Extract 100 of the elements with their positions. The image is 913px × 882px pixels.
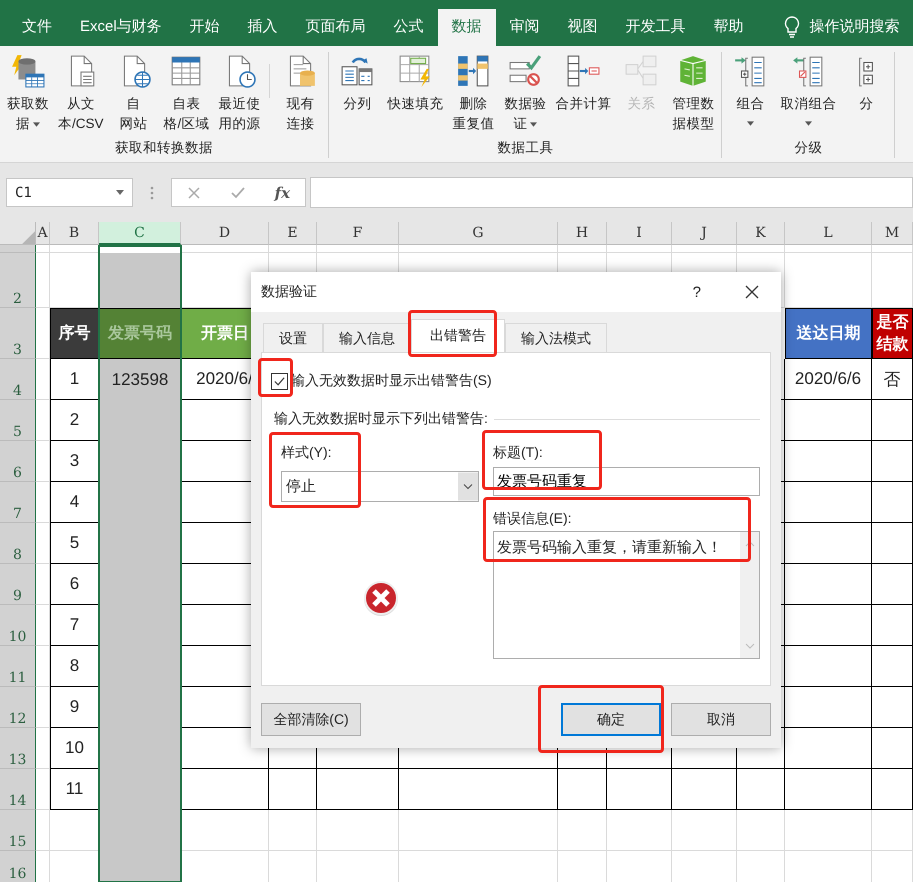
table-cell: 10 bbox=[50, 728, 99, 769]
ribbon-tab[interactable]: 开始 bbox=[176, 9, 234, 46]
row-header[interactable]: 2 bbox=[0, 253, 36, 308]
style-dropdown[interactable]: 停止 bbox=[281, 471, 479, 502]
table-cell: 7 bbox=[50, 605, 99, 646]
group-label: 获取和转换数据 bbox=[114, 139, 214, 157]
ribbon-button[interactable]: 快速填充 bbox=[383, 52, 448, 138]
dialog-button[interactable]: 确定 bbox=[561, 703, 661, 736]
column-header[interactable]: I bbox=[607, 222, 672, 245]
header-cell: 送达日期 bbox=[785, 308, 872, 359]
ribbon-tab[interactable]: 文件 bbox=[8, 9, 66, 46]
close-icon[interactable] bbox=[745, 285, 759, 299]
ribbon-button[interactable]: 获取数 据 bbox=[2, 52, 54, 138]
field-label: 样式(Y): bbox=[281, 444, 332, 462]
dialog-button[interactable]: 取消 bbox=[671, 703, 771, 736]
ribbon-tab[interactable]: 公式 bbox=[380, 9, 438, 46]
table-cell: 5 bbox=[50, 523, 99, 564]
dialog-tab[interactable]: 输入信息 bbox=[323, 323, 411, 352]
cancel-icon[interactable] bbox=[186, 186, 201, 200]
table-cell: 9 bbox=[50, 687, 99, 728]
column-header[interactable]: K bbox=[737, 222, 785, 245]
ribbon-tab[interactable]: Excel与财务 bbox=[66, 9, 176, 46]
ribbon-button[interactable]: 自 网站 bbox=[108, 52, 160, 138]
ribbon-button[interactable]: 分 bbox=[840, 52, 892, 138]
checkmark-list-icon bbox=[508, 54, 542, 88]
insert-function-button[interactable]: fx bbox=[274, 184, 290, 202]
row-header[interactable]: 4 bbox=[0, 359, 36, 400]
formula-input[interactable] bbox=[310, 177, 913, 208]
row-header[interactable]: 15 bbox=[0, 810, 36, 851]
message-field[interactable]: 发票号码输入重复，请重新输入！ bbox=[493, 531, 760, 659]
ribbon-button[interactable]: 合并计算 bbox=[551, 52, 616, 138]
linked-tables-icon bbox=[624, 54, 658, 88]
column-header[interactable]: M bbox=[872, 222, 913, 245]
error-icon bbox=[361, 578, 401, 618]
row-header[interactable]: 13 bbox=[0, 728, 36, 769]
ribbon-tab[interactable]: 视图 bbox=[554, 9, 612, 46]
checkbox[interactable] bbox=[271, 372, 288, 390]
dialog-tab[interactable]: 出错警告 bbox=[411, 319, 505, 352]
ribbon-tab[interactable]: 帮助 bbox=[700, 9, 758, 46]
table-cell bbox=[872, 564, 913, 605]
table-cell: 11 bbox=[50, 769, 99, 810]
row-header[interactable]: 10 bbox=[0, 605, 36, 646]
ribbon-button[interactable]: 最近使 用的源 bbox=[213, 52, 266, 138]
column-header[interactable]: B bbox=[50, 222, 99, 245]
ribbon-button[interactable]: 自表 格/区域 bbox=[160, 52, 214, 138]
row-header[interactable]: 11 bbox=[0, 646, 36, 687]
ribbon-tab[interactable]: 开发工具 bbox=[612, 9, 700, 46]
ribbon-tab[interactable]: 审阅 bbox=[496, 9, 554, 46]
columns-arrow-icon bbox=[456, 54, 490, 88]
name-box[interactable]: C1 bbox=[6, 178, 133, 207]
sheet-cell bbox=[36, 523, 50, 564]
column-header[interactable]: E bbox=[269, 222, 317, 245]
caret-icon bbox=[116, 190, 124, 195]
ribbon-button[interactable]: 取消组合 bbox=[776, 52, 840, 138]
scroll-down-icon[interactable] bbox=[744, 642, 756, 650]
ribbon-button[interactable]: 组合 bbox=[724, 52, 776, 138]
dialog-tab[interactable]: 输入法模式 bbox=[505, 323, 607, 352]
row-header[interactable]: 7 bbox=[0, 482, 36, 523]
field-label: 标题(T): bbox=[493, 444, 543, 462]
ribbon-button[interactable]: 删除 重复值 bbox=[447, 52, 500, 138]
ribbon-tab[interactable]: 页面布局 bbox=[292, 9, 380, 46]
ribbon-button[interactable]: 分列 bbox=[331, 52, 384, 138]
ribbon-tab[interactable]: 插入 bbox=[234, 9, 292, 46]
row-header[interactable]: 16 bbox=[0, 851, 36, 882]
ribbon-tab[interactable]: 数据 bbox=[438, 9, 496, 46]
sheet-cell bbox=[672, 810, 737, 851]
sheet-cell bbox=[36, 728, 50, 769]
column-header[interactable]: A bbox=[36, 222, 50, 245]
sheet-cell bbox=[36, 253, 50, 308]
sheet-cell bbox=[36, 605, 50, 646]
row-header[interactable] bbox=[0, 245, 36, 253]
sheet-cell bbox=[36, 769, 50, 810]
checkmark-icon[interactable] bbox=[230, 186, 245, 200]
row-header[interactable]: 9 bbox=[0, 564, 36, 605]
search-field[interactable]: 操作说明搜索 bbox=[810, 9, 900, 46]
dialog-button[interactable]: 全部清除(C) bbox=[261, 703, 361, 736]
ribbon-button[interactable]: 现有 连接 bbox=[274, 52, 326, 138]
column-header[interactable]: L bbox=[785, 222, 872, 245]
scroll-up-icon[interactable] bbox=[744, 540, 756, 548]
ribbon-button[interactable]: 从文 本/CSV bbox=[54, 52, 108, 138]
ribbon-button[interactable]: 数据验 证 bbox=[499, 52, 552, 138]
row-header[interactable]: 6 bbox=[0, 441, 36, 482]
column-header[interactable]: H bbox=[558, 222, 607, 245]
column-header[interactable]: C bbox=[99, 222, 181, 245]
column-header[interactable]: D bbox=[181, 222, 269, 245]
row-header[interactable]: 3 bbox=[0, 308, 36, 359]
help-button[interactable]: ? bbox=[692, 284, 701, 300]
row-header[interactable]: 14 bbox=[0, 769, 36, 810]
row-header[interactable]: 8 bbox=[0, 523, 36, 564]
row-header[interactable]: 12 bbox=[0, 687, 36, 728]
sheet-cell bbox=[558, 810, 607, 851]
column-header[interactable]: J bbox=[672, 222, 737, 245]
drag-handle-icon[interactable] bbox=[150, 186, 154, 200]
dialog-tab[interactable]: 设置 bbox=[263, 323, 323, 352]
dialog-title: 数据验证 bbox=[261, 283, 318, 301]
table-cell bbox=[558, 769, 607, 810]
column-header[interactable]: F bbox=[317, 222, 399, 245]
row-header[interactable]: 5 bbox=[0, 400, 36, 441]
ribbon-button[interactable]: 管理数 据模型 bbox=[667, 52, 720, 138]
column-header[interactable]: G bbox=[399, 222, 558, 245]
